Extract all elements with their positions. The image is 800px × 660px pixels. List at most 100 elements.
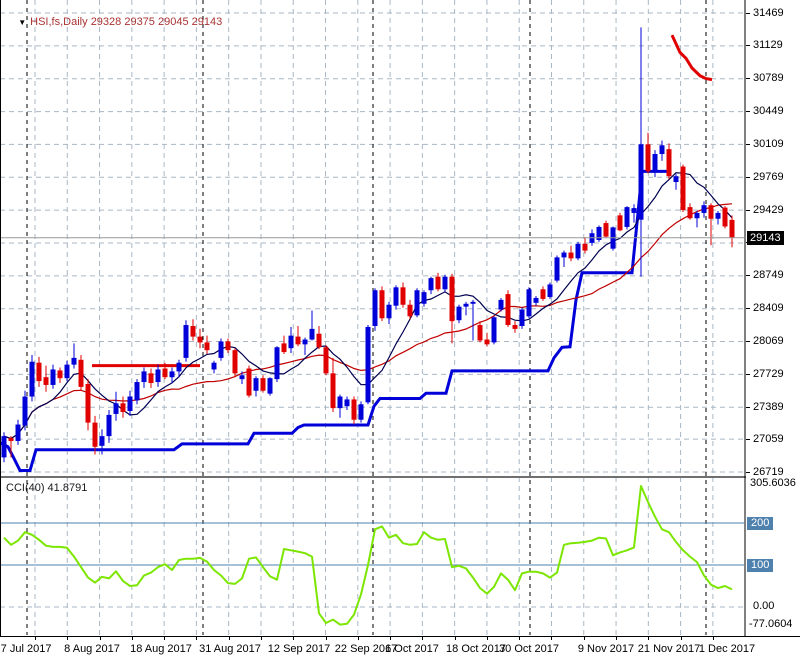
time-axis-tick [583,637,585,640]
candle-body [673,176,679,183]
candle-body [512,325,518,329]
candle-body [358,404,364,420]
candle-body [624,207,630,227]
candle-body [526,289,532,317]
candle-body [169,371,175,378]
candle-body [162,368,168,378]
candle-body [379,290,385,319]
candle-body [449,276,455,322]
time-axis-tick [519,637,521,640]
candle-body [239,375,245,380]
candle-body [729,219,735,238]
candle-body [309,328,315,340]
candle-body [680,166,686,211]
symbol-dropdown-icon[interactable]: ▼ [18,18,26,27]
candle-body [183,325,189,358]
price-axis-label: 31129 [753,39,783,52]
price-axis-tick [746,209,750,211]
candle-body [218,341,224,358]
candle-body [652,153,658,172]
time-axis-tick [99,637,101,640]
candle-body [631,208,637,213]
candle-body [470,301,476,304]
candle-body [456,306,462,321]
candle-body [246,368,252,396]
candle-body [330,373,336,409]
candle-body [701,205,707,213]
candle-body [519,309,525,326]
candle-body [344,399,350,407]
cci-level-0-label: 0.00 [753,600,775,612]
cci-axis-min-label: -77.0604 [749,618,793,630]
candle-body [666,149,672,177]
candle-body [582,243,588,251]
candle-body [687,207,693,219]
time-axis-label: 18 Aug 2017 [130,643,192,655]
candle-body [176,362,182,372]
time-axis-label: 6 Oct 2017 [385,643,439,655]
candle-body [190,325,196,337]
price-axis-tick [746,45,750,47]
candle-body [15,424,21,441]
current-price-badge: 29143 [747,230,784,245]
price-axis-label: 29429 [753,203,784,216]
candle-body [148,373,154,384]
candle-body [29,361,35,397]
candle-body [484,339,490,345]
candle-body [505,294,511,326]
time-axis-tick [325,637,327,640]
candle-body [463,303,469,307]
candle-body [575,243,581,259]
time-axis-tick [357,637,359,640]
cci-line [3,485,733,626]
price-axis[interactable]: 3146931129307893044930109297692942929089… [746,0,800,636]
time-axis-tick [228,637,230,640]
time-axis[interactable]: 27 Jul 2017 8 Aug 2017 18 Aug 2017 31 Aug 2… [0,636,800,660]
price-axis-label: 30789 [753,72,784,85]
candle-body [491,317,497,343]
price-axis-label: 28069 [753,335,784,348]
price-axis-label: 28749 [753,269,784,282]
candle-body [43,377,49,385]
candle-body [253,378,259,391]
candle-body [288,335,294,349]
symbol-period-label: HSI,fs,Daily [30,16,88,28]
candle-body [561,252,567,258]
time-axis-label: 12 Sep 2017 [267,643,331,655]
candle-body [393,287,399,306]
time-axis-label: 18 Oct 2017 [446,643,506,655]
price-axis-tick [746,406,750,408]
time-axis-tick [293,637,295,640]
price-axis-label: 31469 [753,6,784,19]
time-axis-tick [648,637,650,640]
candle-body [498,299,504,310]
chart-window: ▼ HSI,fs,Daily 29328 29375 29045 29143 CC… [0,0,800,660]
blue-step-line [0,169,670,472]
main-chart-canvas[interactable] [0,0,746,636]
candle-body [274,347,280,380]
candle-body [715,212,721,219]
candle-body [477,325,483,341]
candle-body [316,333,322,348]
price-axis-tick [746,176,750,178]
time-axis-tick [196,637,198,640]
cci-axis-max-label: 305.6036 [750,477,796,489]
candle-body [85,383,91,423]
candle-body [50,369,56,385]
candle-body [1,436,7,458]
time-axis-label: 21 Nov 2017 [637,643,701,655]
time-axis-label: 8 Aug 2017 [64,643,120,655]
candle-body [421,292,427,304]
candle-body [232,350,238,374]
candle-body [22,396,28,426]
time-axis-label: 30 Oct 2017 [499,643,559,655]
candle-body [78,359,84,387]
candle-body [638,144,644,220]
candle-body [372,290,378,326]
candle-body [617,215,623,231]
candle-body [64,364,70,379]
candle-body [547,284,553,298]
price-axis-tick [746,111,750,113]
time-axis-label: 27 Jul 2017 [0,643,52,655]
candle-body [645,144,651,172]
